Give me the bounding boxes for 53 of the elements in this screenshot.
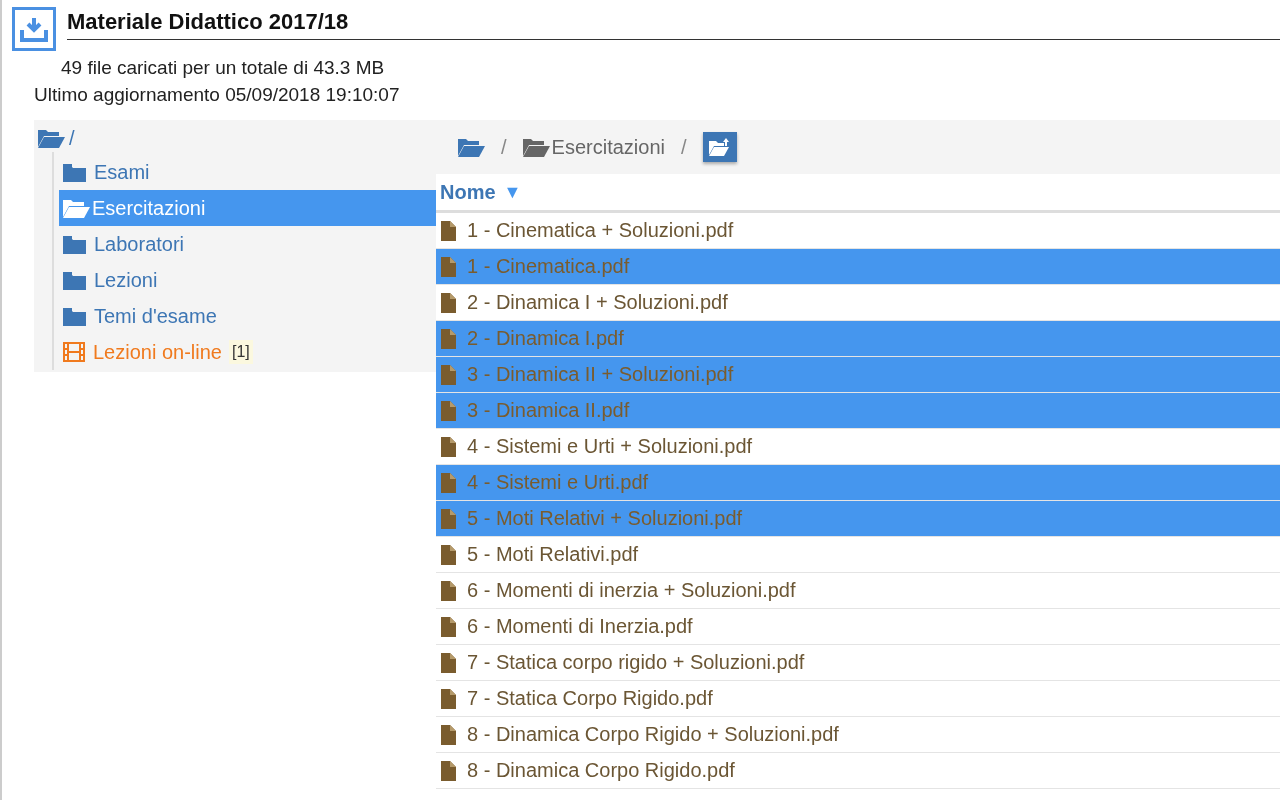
sort-indicator: ▼ (503, 181, 522, 203)
file-row[interactable]: 8 - Dinamica Corpo Rigido + Soluzioni.pdf (436, 717, 1280, 753)
file-row[interactable]: 5 - Moti Relativi.pdf (436, 537, 1280, 573)
folder-up-button[interactable] (702, 132, 737, 162)
file-icon (441, 472, 456, 493)
file-row[interactable]: 7 - Statica corpo rigido + Soluzioni.pdf (436, 645, 1280, 681)
tree-item[interactable]: Lezioni on-line [1] (59, 334, 436, 370)
file-icon (441, 580, 456, 601)
breadcrumb-separator: / (680, 135, 687, 159)
file-icon (441, 544, 456, 565)
folder-open-icon (522, 137, 550, 157)
file-icon (441, 220, 456, 241)
file-icon (441, 616, 456, 637)
file-icon (441, 688, 456, 709)
folder-icon (63, 270, 86, 290)
file-icon (441, 760, 456, 781)
tree-item[interactable]: Laboratori (59, 226, 436, 262)
file-stats: 49 file caricati per un totale di 43.3 MB (61, 57, 386, 79)
breadcrumb-separator: / (501, 135, 507, 159)
file-icon (441, 256, 456, 277)
file-icon (441, 724, 456, 745)
file-icon (441, 652, 456, 673)
folder-open-icon (63, 198, 90, 218)
folder-icon (63, 306, 86, 326)
file-row[interactable]: 6 - Momenti di inerzia + Soluzioni.pdf (436, 573, 1280, 609)
film-icon (63, 342, 85, 362)
tree-item[interactable]: Lezioni (59, 262, 436, 298)
file-icon (441, 436, 456, 457)
file-icon (441, 400, 456, 421)
name-column-header[interactable]: Nome ▼ (436, 174, 1280, 213)
folder-icon (63, 162, 86, 182)
folder-open-icon (38, 128, 65, 148)
file-icon (441, 508, 456, 529)
file-icon (441, 364, 456, 385)
breadcrumb-item[interactable]: Esercitazioni (522, 135, 665, 159)
breadcrumb-item[interactable] (458, 137, 485, 157)
column-label[interactable]: Nome (440, 180, 496, 204)
file-row[interactable]: 8 - Dinamica Corpo Rigido.pdf (436, 753, 1280, 789)
folder-open-icon (458, 137, 485, 157)
file-icon (441, 292, 456, 313)
tree-item[interactable]: Esercitazioni (59, 190, 436, 226)
tree-root[interactable]: / (34, 124, 436, 152)
file-row[interactable]: 7 - Statica Corpo Rigido.pdf (436, 681, 1280, 717)
download-icon[interactable] (12, 7, 56, 51)
last-updated: Ultimo aggiornamento 05/09/2018 19:10:07 (34, 84, 401, 106)
file-row[interactable]: 6 - Momenti di Inerzia.pdf (436, 609, 1280, 645)
tree-item[interactable]: Esami (59, 154, 436, 190)
page-title: Materiale Didattico 2017/18 (67, 7, 1280, 40)
folder-icon (63, 234, 86, 254)
count-badge: [1] (229, 340, 253, 364)
file-icon (441, 328, 456, 349)
tree-item[interactable]: Temi d'esame (59, 298, 436, 334)
folder-up-icon (708, 138, 731, 156)
